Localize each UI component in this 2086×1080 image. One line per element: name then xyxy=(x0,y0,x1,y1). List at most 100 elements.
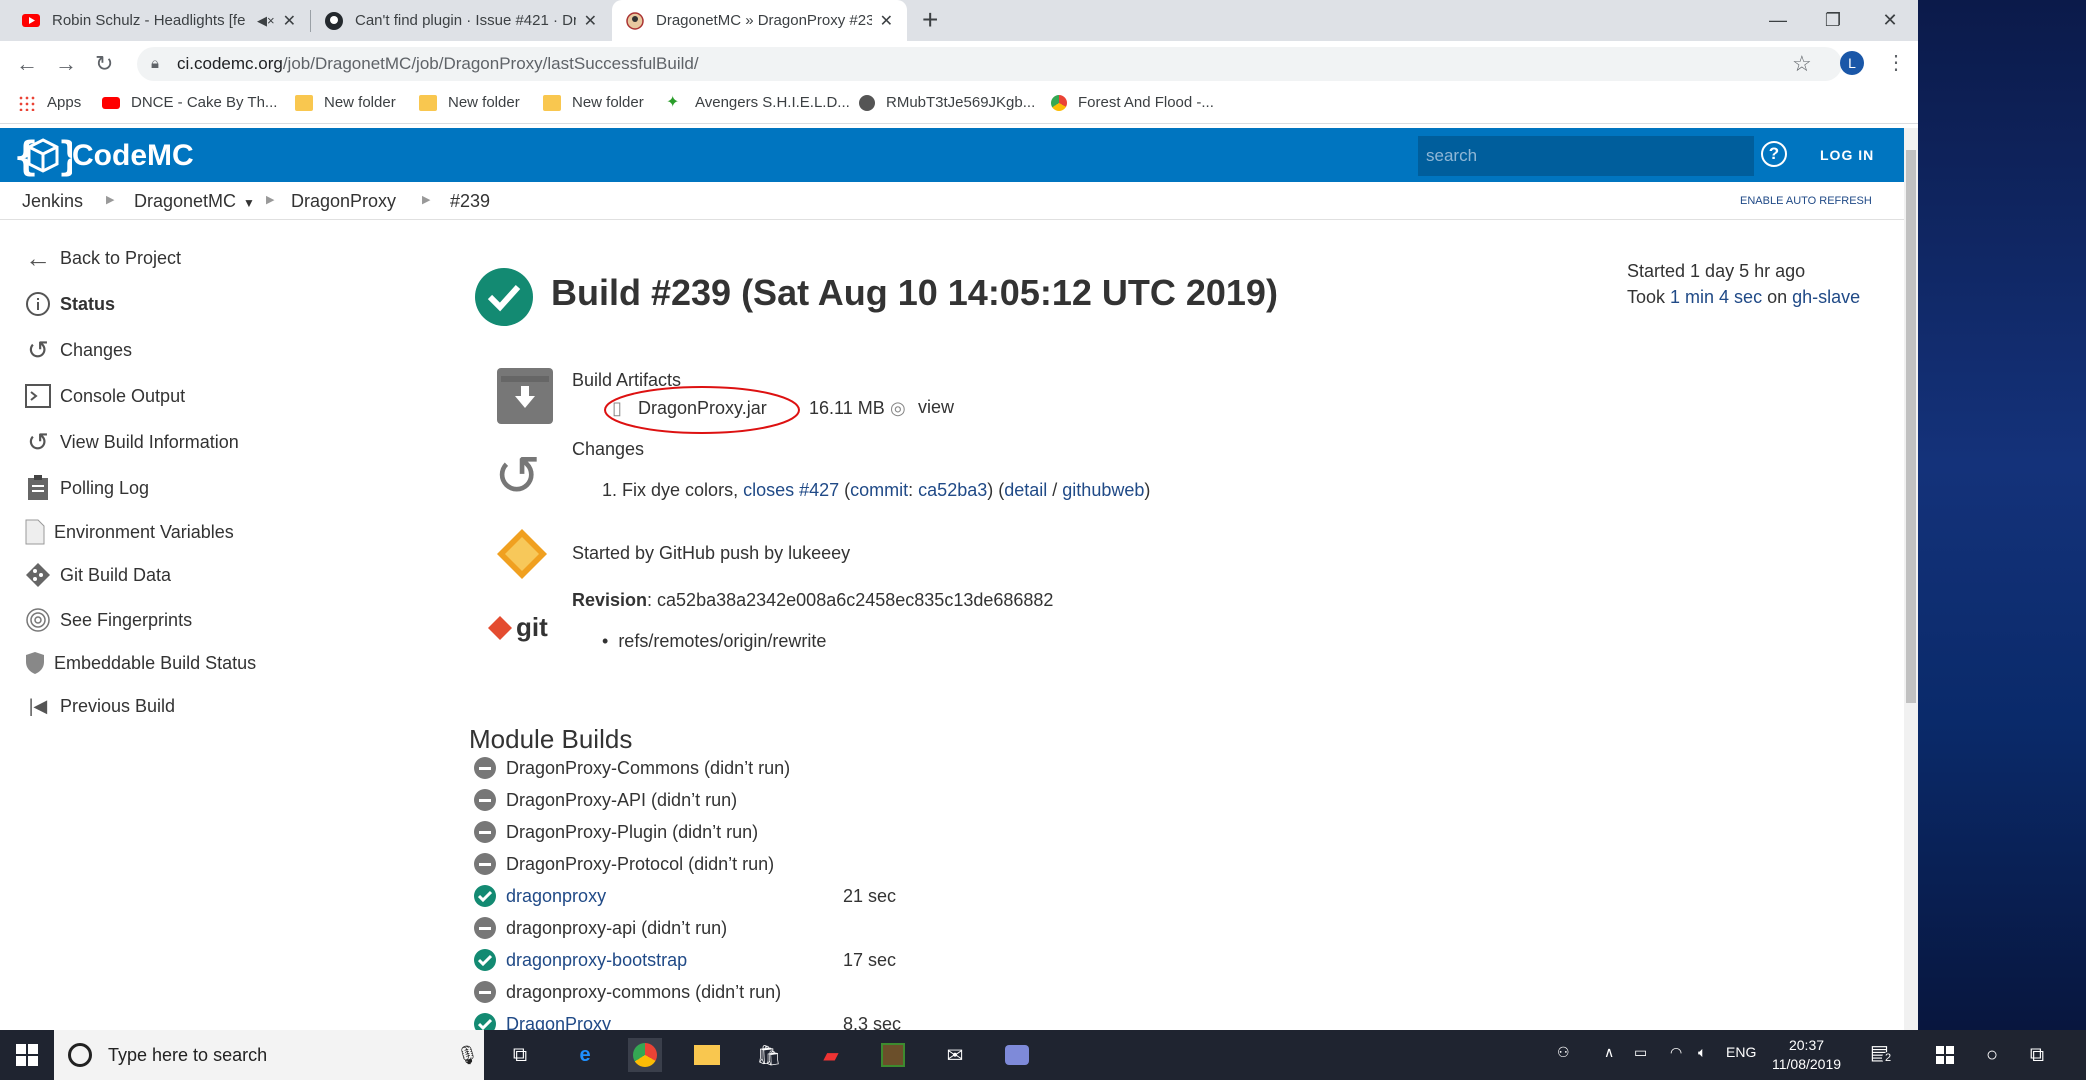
sidebar-item-git-data[interactable]: Git Build Data xyxy=(24,561,171,589)
commit-link[interactable]: commit xyxy=(850,480,908,500)
bookmark-forest[interactable]: Forest And Flood -... xyxy=(1051,94,1214,111)
file-explorer-icon[interactable] xyxy=(690,1038,724,1072)
task-view-icon[interactable]: ⧉ xyxy=(503,1038,537,1072)
windows-start-icon[interactable] xyxy=(10,1038,44,1072)
githubweb-link[interactable]: githubweb xyxy=(1062,480,1144,500)
close-icon[interactable]: ✕ xyxy=(584,11,597,31)
sidebar-item-console[interactable]: Console Output xyxy=(24,382,185,410)
bookmark-folder[interactable]: New folder xyxy=(419,94,520,111)
notification-count: 2 xyxy=(1882,1052,1895,1064)
login-link[interactable]: LOG IN xyxy=(1820,147,1874,163)
commit-hash-link[interactable]: ca52ba3 xyxy=(918,480,987,500)
reload-icon[interactable]: ↻ xyxy=(95,51,113,77)
tab-youtube[interactable]: Robin Schulz - Headlights [fe ◀× ✕ xyxy=(8,0,310,41)
minecraft-icon[interactable] xyxy=(876,1038,910,1072)
build-timing: Started 1 day 5 hr ago Took 1 min 4 sec … xyxy=(1627,261,1861,307)
app-icon[interactable] xyxy=(1000,1038,1034,1072)
module-name[interactable]: dragonproxy xyxy=(506,886,606,907)
edge-icon[interactable]: e xyxy=(568,1038,602,1072)
bookmark-folder[interactable]: New folder xyxy=(295,94,396,111)
started-by-link[interactable]: Started by GitHub push by lukeeey xyxy=(572,543,850,564)
module-build-row: DragonProxy-Protocol (didn’t run) xyxy=(474,853,774,875)
sidebar-item-env-vars[interactable]: Environment Variables xyxy=(24,518,234,546)
node-link[interactable]: gh-slave xyxy=(1792,287,1860,307)
clock[interactable]: 20:37 11/08/2019 xyxy=(1772,1036,1841,1074)
people-icon[interactable]: ⚇ xyxy=(1557,1044,1570,1061)
speaker-mute-icon[interactable]: ◀× xyxy=(257,13,275,29)
bookmark-avengers[interactable]: ✦ Avengers S.H.I.E.L.D... xyxy=(666,94,850,111)
battery-icon[interactable]: ▭ xyxy=(1634,1044,1647,1061)
sidebar-item-polling-log[interactable]: Polling Log xyxy=(24,474,149,502)
bookmark-folder[interactable]: New folder xyxy=(543,94,644,111)
detail-link[interactable]: detail xyxy=(1004,480,1047,500)
game-icon[interactable]: ▰ xyxy=(814,1038,848,1072)
volume-icon[interactable]: 🔈︎ xyxy=(1698,1044,1706,1061)
search-input[interactable]: search xyxy=(1418,136,1754,176)
artifact-view-link[interactable]: view xyxy=(918,397,954,418)
sidebar-item-status[interactable]: Status xyxy=(24,290,115,318)
url-text[interactable]: ci.codemc.org/job/DragonetMC/job/DragonP… xyxy=(177,54,699,74)
duration-link[interactable]: 1 min 4 sec xyxy=(1670,287,1762,307)
codemc-header: {} CodeMC search ? LOG IN xyxy=(0,128,1904,182)
windows-start-icon[interactable] xyxy=(1928,1038,1962,1072)
module-build-row[interactable]: DragonProxy xyxy=(474,1013,611,1030)
menu-dots-icon[interactable]: ⋮ xyxy=(1886,50,1906,75)
closes-issue-link[interactable]: closes #427 xyxy=(743,480,839,500)
back-arrow-icon[interactable]: ← xyxy=(16,51,38,77)
sidebar-item-fingerprints[interactable]: See Fingerprints xyxy=(24,606,192,634)
restore-button[interactable]: ❐ xyxy=(1803,0,1863,41)
git-logo: git xyxy=(488,612,548,643)
cortana-icon[interactable]: ○ xyxy=(1975,1038,2009,1072)
sidebar-item-back[interactable]: ← Back to Project xyxy=(24,243,181,273)
close-window-button[interactable]: ✕ xyxy=(1860,0,1918,41)
page-title: Build #239 (Sat Aug 10 14:05:12 UTC 2019… xyxy=(551,272,1278,313)
breadcrumb-dragonetmc[interactable]: DragonetMC xyxy=(134,191,236,212)
lock-icon: 🔒︎ xyxy=(151,55,159,72)
breadcrumb-jenkins[interactable]: Jenkins xyxy=(22,191,83,212)
not-built-icon xyxy=(474,981,496,1003)
started-ago-link[interactable]: 1 day 5 hr ago xyxy=(1690,261,1805,281)
chrome-icon[interactable] xyxy=(628,1038,662,1072)
minimize-button[interactable]: — xyxy=(1748,0,1808,41)
revision: Revision: ca52ba38a2342e008a6c2458ec835c… xyxy=(572,590,1054,610)
not-built-icon xyxy=(474,917,496,939)
wifi-icon[interactable]: ◠ xyxy=(1670,1044,1682,1061)
tab-github-issue[interactable]: Can't find plugin · Issue #421 · Dr ✕ xyxy=(311,0,611,41)
breadcrumb-dragonproxy[interactable]: DragonProxy xyxy=(291,191,396,212)
profile-avatar[interactable]: L xyxy=(1840,51,1864,75)
sidebar-item-embeddable-status[interactable]: Embeddable Build Status xyxy=(24,649,256,677)
bookmark-dnce[interactable]: DNCE - Cake By Th... xyxy=(102,94,277,111)
close-icon[interactable]: ✕ xyxy=(880,11,893,31)
scrollbar-thumb[interactable] xyxy=(1906,150,1916,703)
enable-auto-refresh-link[interactable]: ENABLE AUTO REFRESH xyxy=(1740,195,1872,207)
module-name[interactable]: dragonproxy-bootstrap xyxy=(506,950,687,971)
taskbar-search[interactable]: Type here to search 🎙︎ xyxy=(54,1030,484,1080)
bookmark-rmubt[interactable]: RMubT3tJe569JKgb... xyxy=(859,94,1035,111)
not-built-icon xyxy=(474,757,496,779)
sidebar-item-previous-build[interactable]: |◀ Previous Build xyxy=(24,692,175,720)
tab-dragonproxy[interactable]: DragonetMC » DragonProxy #239 ✕ xyxy=(612,0,907,41)
chevron-up-icon[interactable]: ∧ xyxy=(1604,1044,1614,1061)
language-indicator[interactable]: ENG xyxy=(1726,1044,1756,1060)
red-circle-annotation xyxy=(604,386,800,434)
new-tab-button[interactable]: + xyxy=(922,6,938,34)
codemc-logo[interactable]: {} CodeMC xyxy=(14,134,194,178)
chevron-down-icon[interactable]: ▼ xyxy=(243,196,255,210)
mail-icon[interactable]: ✉ xyxy=(938,1038,972,1072)
close-icon[interactable]: ✕ xyxy=(283,11,296,31)
task-view-icon[interactable]: ⧉ xyxy=(2020,1038,2054,1072)
sidebar-item-build-info[interactable]: ↺ View Build Information xyxy=(24,427,239,457)
forward-arrow-icon[interactable]: → xyxy=(55,51,77,77)
module-build-row[interactable]: dragonproxy-bootstrap xyxy=(474,949,687,971)
breadcrumb-build[interactable]: #239 xyxy=(450,191,490,212)
bookmark-apps[interactable]: Apps xyxy=(18,94,81,111)
module-build-row[interactable]: dragonproxy xyxy=(474,885,606,907)
sidebar-item-changes[interactable]: ↺ Changes xyxy=(24,335,132,365)
help-icon[interactable]: ? xyxy=(1761,141,1787,167)
store-icon[interactable]: 🛍︎ xyxy=(752,1038,786,1072)
tab-title: Can't find plugin · Issue #421 · Dr xyxy=(355,12,576,29)
module-duration: 8.3 sec xyxy=(843,1014,902,1030)
microphone-icon[interactable]: 🎙︎ xyxy=(456,1045,479,1066)
module-name[interactable]: DragonProxy xyxy=(506,1014,611,1031)
star-icon[interactable]: ☆ xyxy=(1792,51,1812,77)
